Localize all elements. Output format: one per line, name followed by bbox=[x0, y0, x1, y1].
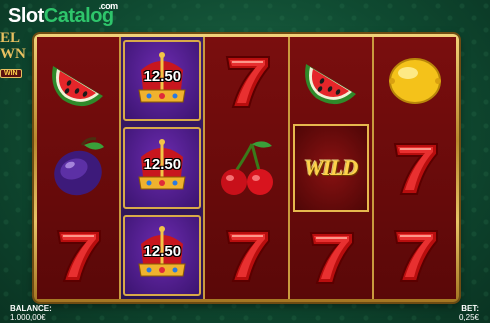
bottom-bar: BALANCE: 1.000,00€ BET: 0,25€ bbox=[0, 303, 490, 323]
seven-icon bbox=[56, 230, 102, 283]
seven-icon bbox=[393, 142, 438, 195]
bet-value: 0,25€ bbox=[458, 313, 479, 322]
reel-2: 12.50 12.50 12.50 bbox=[121, 37, 206, 299]
slotcatalog-watermark: SlotCatalog .com bbox=[8, 2, 118, 27]
game-logo-line1: EL bbox=[0, 30, 21, 46]
reel-4-row-2: WILD bbox=[292, 124, 369, 212]
game-logo-line3: WIN bbox=[0, 69, 22, 78]
reel-5-row-2 bbox=[374, 124, 456, 211]
balance-label: BALANCE: bbox=[10, 304, 52, 313]
reel-4-row-1 bbox=[290, 37, 372, 120]
seven-icon bbox=[393, 230, 438, 283]
reel-1-row-3 bbox=[37, 212, 119, 299]
wild-icon: WILD bbox=[303, 154, 358, 180]
reel-5-row-3 bbox=[374, 212, 456, 299]
seven-icon bbox=[225, 230, 270, 283]
reel-1 bbox=[37, 37, 122, 299]
reel-3 bbox=[205, 37, 290, 299]
balance-value: 1.000,00€ bbox=[10, 313, 46, 322]
reel-3-row-2 bbox=[205, 124, 287, 211]
reel-4: WILD bbox=[290, 37, 374, 299]
reel-5-row-1 bbox=[374, 37, 456, 124]
reel-1-row-1 bbox=[37, 37, 119, 124]
seven-icon bbox=[309, 232, 354, 285]
reel-2-row-3: 12.50 bbox=[123, 214, 202, 296]
watermark-slot: Slot bbox=[8, 5, 44, 27]
watermelon-icon bbox=[304, 63, 356, 104]
reel-3-row-1 bbox=[205, 37, 287, 124]
reel-5 bbox=[374, 37, 456, 299]
reel-frame: 12.50 12.50 12.50 WILD bbox=[34, 34, 459, 302]
watermark-com: .com bbox=[98, 1, 119, 11]
reel-3-row-3 bbox=[205, 212, 287, 299]
reel-1-row-2 bbox=[37, 124, 119, 211]
reel-2-row-1: 12.50 bbox=[123, 40, 202, 122]
seven-icon bbox=[225, 55, 270, 108]
lemon-icon bbox=[388, 57, 441, 104]
crown-value: 12.50 bbox=[143, 68, 182, 86]
cherry-icon bbox=[220, 141, 273, 195]
crown-value: 12.50 bbox=[143, 155, 182, 173]
plum-icon bbox=[54, 137, 105, 196]
game-logo-line2: WN bbox=[0, 46, 26, 62]
reel-2-row-2: 12.50 bbox=[123, 127, 202, 209]
watermelon-icon bbox=[52, 65, 104, 106]
crown-value: 12.50 bbox=[143, 242, 182, 260]
bet-label: BET: bbox=[461, 304, 479, 313]
reels-grid: 12.50 12.50 12.50 WILD bbox=[37, 37, 456, 299]
reel-4-row-3 bbox=[290, 216, 372, 299]
game-logo: EL WN WIN bbox=[0, 30, 32, 78]
